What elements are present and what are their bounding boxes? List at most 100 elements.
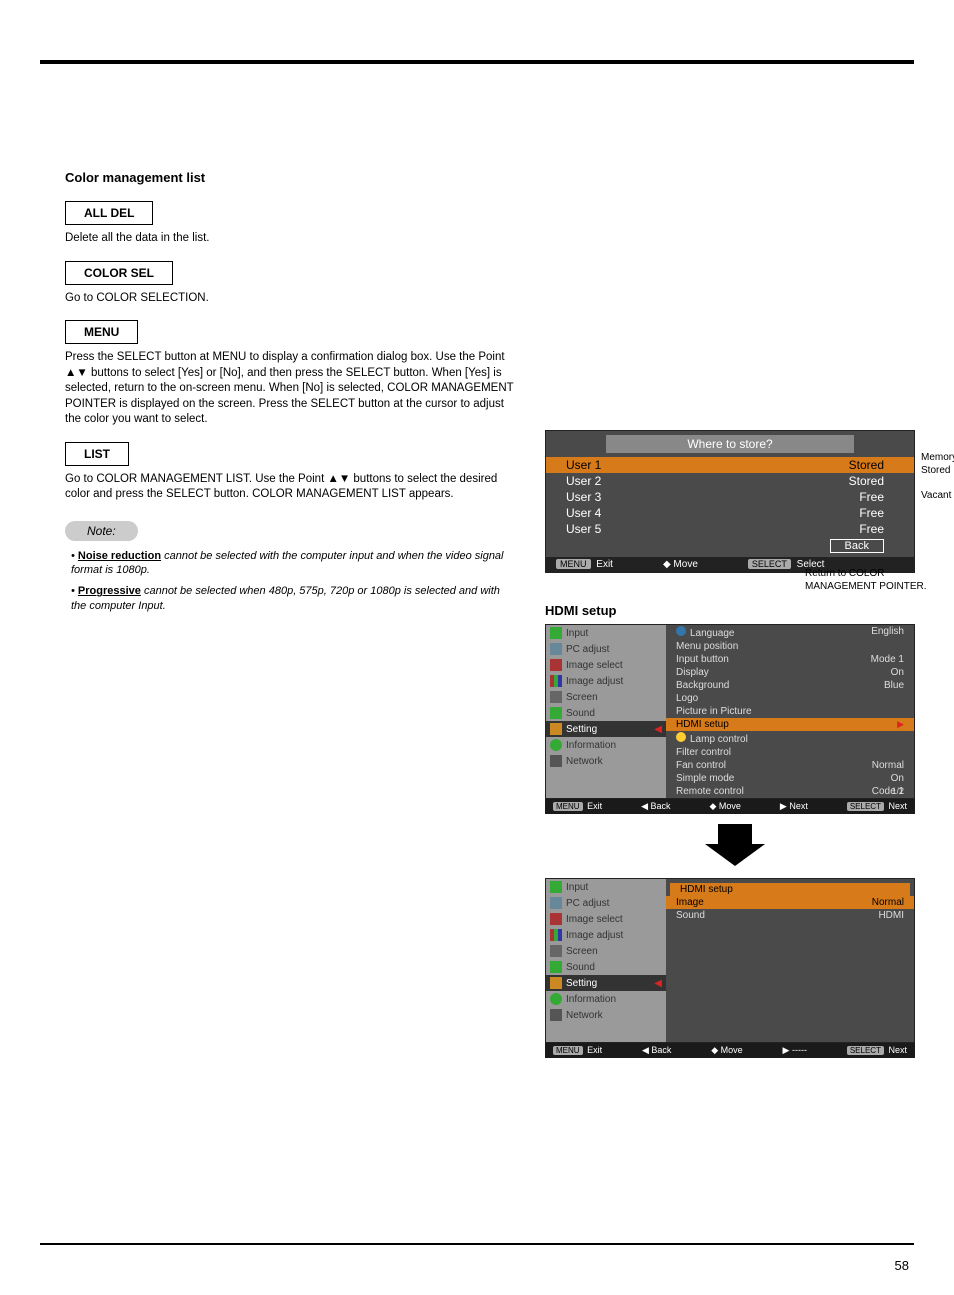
sidebar-item-label: Setting [566, 724, 597, 735]
sidebar-item-label: Input [566, 628, 588, 639]
menu-icon [550, 643, 562, 655]
page-number: 58 [895, 1258, 909, 1273]
user-row[interactable]: User 5Free [546, 521, 914, 537]
hdmi-row[interactable]: SoundHDMI [666, 909, 914, 922]
setting-row[interactable]: Remote controlCode 1 [666, 785, 914, 798]
menu-icon [550, 675, 562, 687]
sidebar-item-label: PC adjust [566, 898, 609, 909]
sidebar-item-label: Network [566, 756, 603, 767]
menu-icon [550, 1009, 562, 1021]
setting-row[interactable]: Input buttonMode 1 [666, 653, 914, 666]
sidebar-item-screen[interactable]: Screen [546, 943, 666, 959]
store-dialog-title: Where to store? [606, 435, 854, 453]
all-del-text: Delete all the data in the list. [65, 231, 515, 247]
setting-label: Remote control [676, 786, 744, 797]
sidebar-item-setting[interactable]: Setting◀ [546, 721, 666, 737]
sidebar-item-network[interactable]: Network [546, 1007, 666, 1023]
setting-row[interactable]: Lamp control [666, 731, 914, 746]
setting-bar-2: MENU Exit ◀ Back ◆ Move ▶ ----- SELECT N… [545, 1043, 915, 1058]
sidebar-item-input[interactable]: Input [546, 879, 666, 895]
sidebar-item-label: Screen [566, 692, 598, 703]
store-dialog: Where to store? User 1StoredUser 2Stored… [545, 430, 915, 573]
hdmi-setup-header: HDMI setup [545, 603, 925, 618]
setting-row[interactable]: Picture in Picture [666, 705, 914, 718]
menu-icon [550, 739, 562, 751]
color-sel-box: COLOR SEL [65, 261, 173, 285]
setting-label: Simple mode [676, 773, 734, 784]
callout-vacant: Vacant [921, 490, 951, 503]
setting-value: English [871, 626, 904, 639]
sidebar-item-image-adjust[interactable]: Image adjust [546, 673, 666, 689]
setting-row[interactable]: DisplayOn [666, 666, 914, 679]
setting-row[interactable]: Filter control [666, 746, 914, 759]
user-row[interactable]: User 2Stored [546, 473, 914, 489]
setting-value: On [891, 773, 904, 784]
note2-lead: Progressive [78, 585, 141, 597]
sidebar-item-sound[interactable]: Sound [546, 705, 666, 721]
setting-row[interactable]: Simple mode On [666, 772, 914, 785]
setting-label: Lamp control [676, 732, 748, 745]
sidebar-item-setting[interactable]: Setting◀ [546, 975, 666, 991]
sidebar-item-pc-adjust[interactable]: PC adjust [546, 641, 666, 657]
list-box: LIST [65, 442, 129, 466]
row-icon [676, 626, 686, 636]
sidebar-item-label: PC adjust [566, 644, 609, 655]
sidebar-item-information[interactable]: Information [546, 991, 666, 1007]
sidebar-item-label: Image select [566, 660, 623, 671]
setting-sidebar-2: Input PC adjust Image selectImage adjustSc… [546, 879, 666, 1042]
setting-label: Language [676, 626, 735, 639]
right-column: Where to store? User 1StoredUser 2Stored… [545, 430, 925, 1058]
menu-icon [550, 993, 562, 1005]
down-arrow-icon [705, 824, 765, 868]
menu-icon [550, 945, 562, 957]
note-2: • Progressive cannot be selected when 48… [71, 584, 515, 614]
setting-row[interactable]: HDMI setup▶ [666, 718, 914, 731]
setting-bar-1: MENU Exit ◀ Back ◆ Move ▶ Next SELECT Ne… [545, 799, 915, 814]
setting-value: Blue [884, 680, 904, 691]
setting-row[interactable]: Fan controlNormal [666, 759, 914, 772]
sidebar-item-information[interactable]: Information [546, 737, 666, 753]
sidebar-item-label: Image adjust [566, 676, 623, 687]
menu-icon [550, 723, 562, 735]
sidebar-item-pc-adjust[interactable]: PC adjust [546, 895, 666, 911]
user-row[interactable]: User 4Free [546, 505, 914, 521]
setting-value: Mode 1 [871, 654, 904, 665]
back-button[interactable]: Back [830, 539, 884, 553]
sidebar-item-image-adjust[interactable]: Image adjust [546, 927, 666, 943]
sidebar-item-image-select[interactable]: Image select [546, 911, 666, 927]
setting-sidebar-1: Input PC adjust Image select Image adjust Sc… [546, 625, 666, 798]
sidebar-item-screen[interactable]: Screen [546, 689, 666, 705]
menu-icon [550, 659, 562, 671]
user-row[interactable]: User 3Free [546, 489, 914, 505]
hdmi-label: Sound [676, 910, 705, 921]
setting-row[interactable]: Logo [666, 692, 914, 705]
row-icon [676, 732, 686, 742]
menu-icon [550, 913, 562, 925]
setting-main-2: HDMI setup ImageNormalSoundHDMI [666, 879, 914, 1042]
color-mgmt-header: Color management list [65, 170, 515, 185]
note1-lead: Noise reduction [78, 550, 161, 562]
user-name: User 5 [566, 522, 601, 536]
user-name: User 4 [566, 506, 601, 520]
bottom-rule [40, 1243, 914, 1245]
menu-icon [550, 977, 562, 989]
setting-menu-1: Input PC adjust Image select Image adjust Sc… [545, 624, 915, 799]
setting-main-1: Language EnglishMenu positionInput button… [666, 625, 914, 798]
sidebar-item-network[interactable]: Network [546, 753, 666, 769]
setting-row[interactable]: Menu position [666, 640, 914, 653]
setting-row[interactable]: Language English [666, 625, 914, 640]
select-tag: SELECT [748, 559, 791, 569]
sidebar-item-sound[interactable]: Sound [546, 959, 666, 975]
sidebar-item-input[interactable]: Input [546, 625, 666, 641]
caret-icon: ◀ [654, 978, 662, 989]
setting-label: Background [676, 680, 729, 691]
hdmi-row[interactable]: ImageNormal [666, 896, 914, 909]
exit-label: Exit [596, 559, 613, 570]
note-1: • Noise reduction cannot be selected wit… [71, 549, 515, 579]
setting-row[interactable]: Background Blue [666, 679, 914, 692]
sidebar-item-image-select[interactable]: Image select [546, 657, 666, 673]
user-row[interactable]: User 1Stored [546, 457, 914, 473]
menu-icon [550, 691, 562, 703]
sidebar-item-label: Information [566, 994, 616, 1005]
hdmi-label: Image [676, 897, 704, 908]
